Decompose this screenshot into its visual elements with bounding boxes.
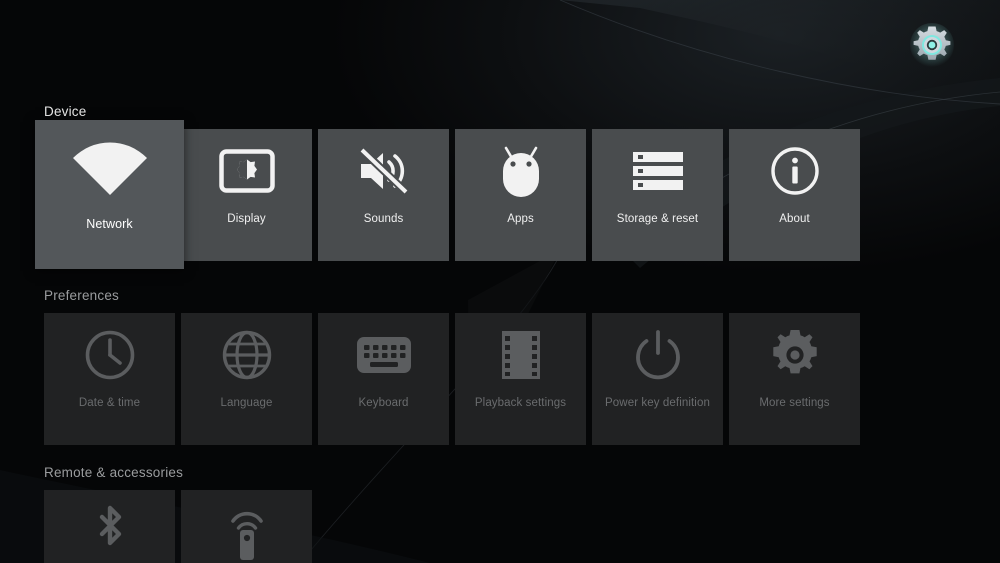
tile-label-language: Language — [220, 397, 273, 409]
tile-label-more-settings: More settings — [759, 397, 830, 409]
section-remote-accessories: Remote & accessories — [0, 465, 1000, 563]
tile-label-power-key-definition: Power key definition — [605, 397, 710, 409]
tile-language[interactable]: Language — [181, 313, 312, 445]
tile-label-storage-reset: Storage & reset — [616, 213, 699, 225]
section-label-preferences: Preferences — [44, 288, 119, 303]
tile-label-playback-settings: Playback settings — [474, 397, 567, 409]
clock-icon — [44, 313, 175, 397]
wifi-icon — [35, 120, 184, 218]
info-circle-icon — [729, 129, 860, 213]
tile-label-keyboard: Keyboard — [358, 397, 409, 409]
film-strip-icon — [455, 313, 586, 397]
tile-remote-control[interactable] — [181, 490, 312, 563]
tile-label-apps: Apps — [507, 213, 534, 225]
tile-date-time[interactable]: Date & time — [44, 313, 175, 445]
tile-row-remote-accessories — [0, 490, 1000, 563]
section-device: Device Network Display Sounds Apps Stora… — [0, 104, 1000, 269]
tile-label-network: Network — [86, 217, 133, 231]
volume-mute-icon — [318, 129, 449, 213]
tile-display[interactable]: Display — [181, 129, 312, 261]
tile-playback-settings[interactable]: Playback settings — [455, 313, 586, 445]
tile-apps[interactable]: Apps — [455, 129, 586, 261]
tile-row-device: Network Display Sounds Apps Storage & re… — [0, 120, 1000, 269]
tile-label-sounds: Sounds — [363, 213, 404, 225]
storage-icon — [592, 129, 723, 213]
tile-storage-reset[interactable]: Storage & reset — [592, 129, 723, 261]
tile-row-preferences: Date & time Language Keyboard Playback s… — [0, 313, 1000, 445]
tile-bluetooth[interactable] — [44, 490, 175, 563]
section-label-device: Device — [44, 104, 87, 119]
tile-power-key-definition[interactable]: Power key definition — [592, 313, 723, 445]
globe-icon — [181, 313, 312, 397]
android-robot-icon — [455, 129, 586, 213]
section-preferences: Preferences Date & time Language Keyboar… — [0, 288, 1000, 445]
tile-about[interactable]: About — [729, 129, 860, 261]
brightness-display-icon — [181, 129, 312, 213]
remote-control-icon — [181, 490, 312, 563]
tile-label-date-time: Date & time — [78, 397, 141, 409]
keyboard-icon — [318, 313, 449, 397]
tile-sounds[interactable]: Sounds — [318, 129, 449, 261]
bluetooth-icon — [44, 490, 175, 563]
tile-keyboard[interactable]: Keyboard — [318, 313, 449, 445]
tile-network[interactable]: Network — [35, 120, 184, 269]
gear-icon[interactable] — [908, 21, 956, 69]
gear-icon — [729, 313, 860, 397]
tile-label-display: Display — [227, 213, 266, 225]
tile-more-settings[interactable]: More settings — [729, 313, 860, 445]
section-label-remote-accessories: Remote & accessories — [44, 465, 184, 480]
settings-screen: Device Network Display Sounds Apps Stora… — [0, 0, 1000, 563]
tile-label-about: About — [779, 213, 810, 225]
power-icon — [592, 313, 723, 397]
